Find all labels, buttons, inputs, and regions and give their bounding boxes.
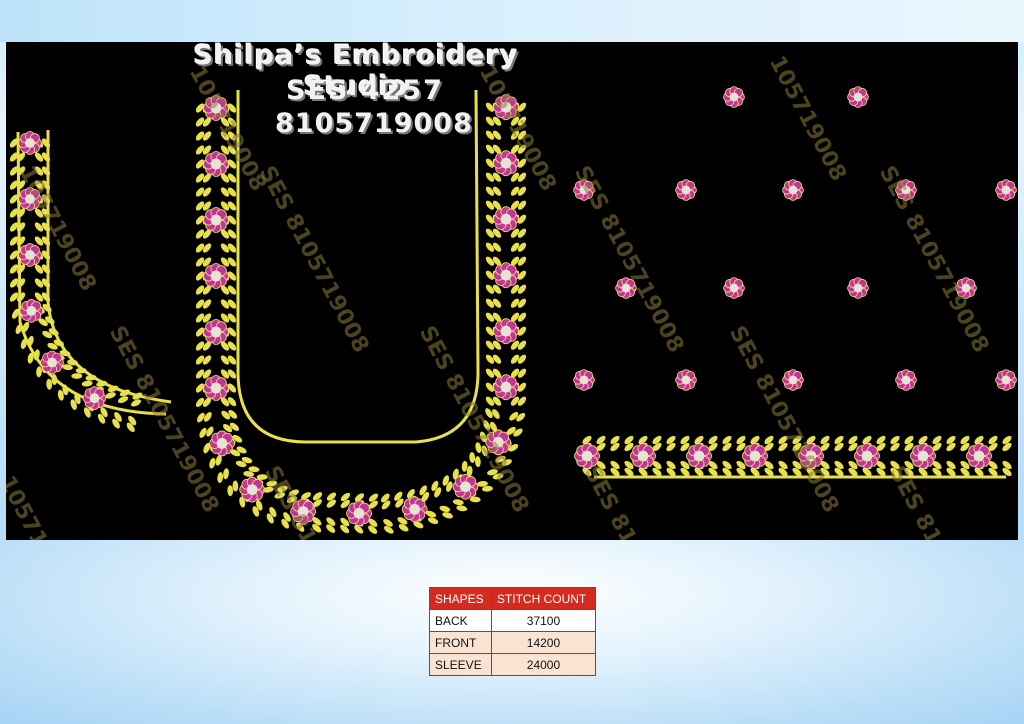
column-header: STITCH COUNT — [490, 587, 597, 610]
flower-motif — [493, 318, 519, 345]
table-row: BACK 37100 — [429, 609, 597, 632]
leaf-motif — [33, 349, 40, 361]
stitch-count-table: SHAPES STITCH COUNT BACK 37100 FRONT 142… — [429, 587, 597, 676]
flower-motif — [493, 206, 519, 233]
flower-motif — [18, 131, 42, 155]
leaf-motif — [209, 457, 216, 469]
flower-motif — [493, 150, 519, 177]
leaf-motif — [452, 499, 464, 506]
flower-motif — [346, 500, 372, 527]
flower-motif — [675, 179, 697, 201]
flower-motif — [203, 319, 229, 345]
stitch-count-cell: 24000 — [490, 653, 597, 676]
shape-cell: FRONT — [429, 631, 492, 654]
flower-motif — [203, 375, 229, 401]
leaf-motif — [469, 452, 476, 463]
table-header-row: SHAPES STITCH COUNT — [429, 587, 597, 610]
flower-motif — [966, 443, 992, 469]
leaf-motif — [442, 512, 453, 519]
leaf-motif — [439, 505, 451, 513]
flower-motif — [782, 369, 804, 391]
flower-motif — [686, 443, 712, 469]
flower-motif — [18, 243, 42, 267]
leaf-motif — [36, 366, 42, 378]
flower-motif — [493, 374, 519, 401]
flower-motif — [675, 369, 697, 391]
flower-motif — [723, 277, 745, 299]
leaf-motif — [71, 373, 83, 379]
neckline-outline — [236, 89, 480, 444]
flower-motif — [203, 151, 229, 177]
shape-cell: BACK — [429, 609, 492, 632]
leaf-motif — [217, 472, 224, 484]
shape-cell: SLEEVE — [429, 653, 492, 676]
flower-motif — [203, 263, 229, 289]
leaf-motif — [81, 380, 93, 387]
embroidery-design-panel: SES 8105719008 SES 8105719008 SES 810571… — [6, 42, 1018, 540]
stitch-count-cell: 14200 — [490, 631, 597, 654]
flower-motif — [40, 350, 64, 375]
flower-motif — [847, 277, 869, 299]
flower-motif — [82, 386, 107, 410]
design-code: SES 4257 — [286, 75, 444, 106]
column-header: SHAPES — [429, 587, 492, 610]
flower-motif — [203, 207, 229, 233]
stitch-count-cell: 37100 — [490, 609, 597, 632]
table-row: SLEEVE 24000 — [429, 653, 597, 676]
flower-motif — [910, 443, 936, 469]
flower-motif — [847, 86, 869, 108]
table-row: FRONT 14200 — [429, 631, 597, 654]
flower-motif — [854, 443, 880, 469]
leaf-motif — [85, 374, 97, 381]
flower-motif — [995, 369, 1017, 391]
flower-motif — [782, 179, 804, 201]
leaf-motif — [427, 517, 439, 525]
flower-motif — [895, 369, 917, 391]
flower-motif — [995, 179, 1017, 201]
top-banner-strip — [0, 0, 1024, 42]
flower-motif — [493, 262, 519, 289]
phone-number: 8105719008 — [275, 108, 473, 139]
leaf-motif — [46, 378, 53, 390]
vine-guide — [216, 92, 506, 514]
leaf-motif — [223, 468, 229, 480]
leaf-motif — [232, 480, 239, 492]
flower-motif — [630, 443, 656, 469]
flower-motif — [742, 443, 768, 469]
leaf-motif — [456, 505, 468, 512]
flower-motif — [452, 473, 479, 500]
flower-motif — [239, 476, 266, 503]
flower-motif — [723, 86, 745, 108]
flower-motif — [573, 369, 595, 391]
leaf-motif — [227, 485, 234, 497]
